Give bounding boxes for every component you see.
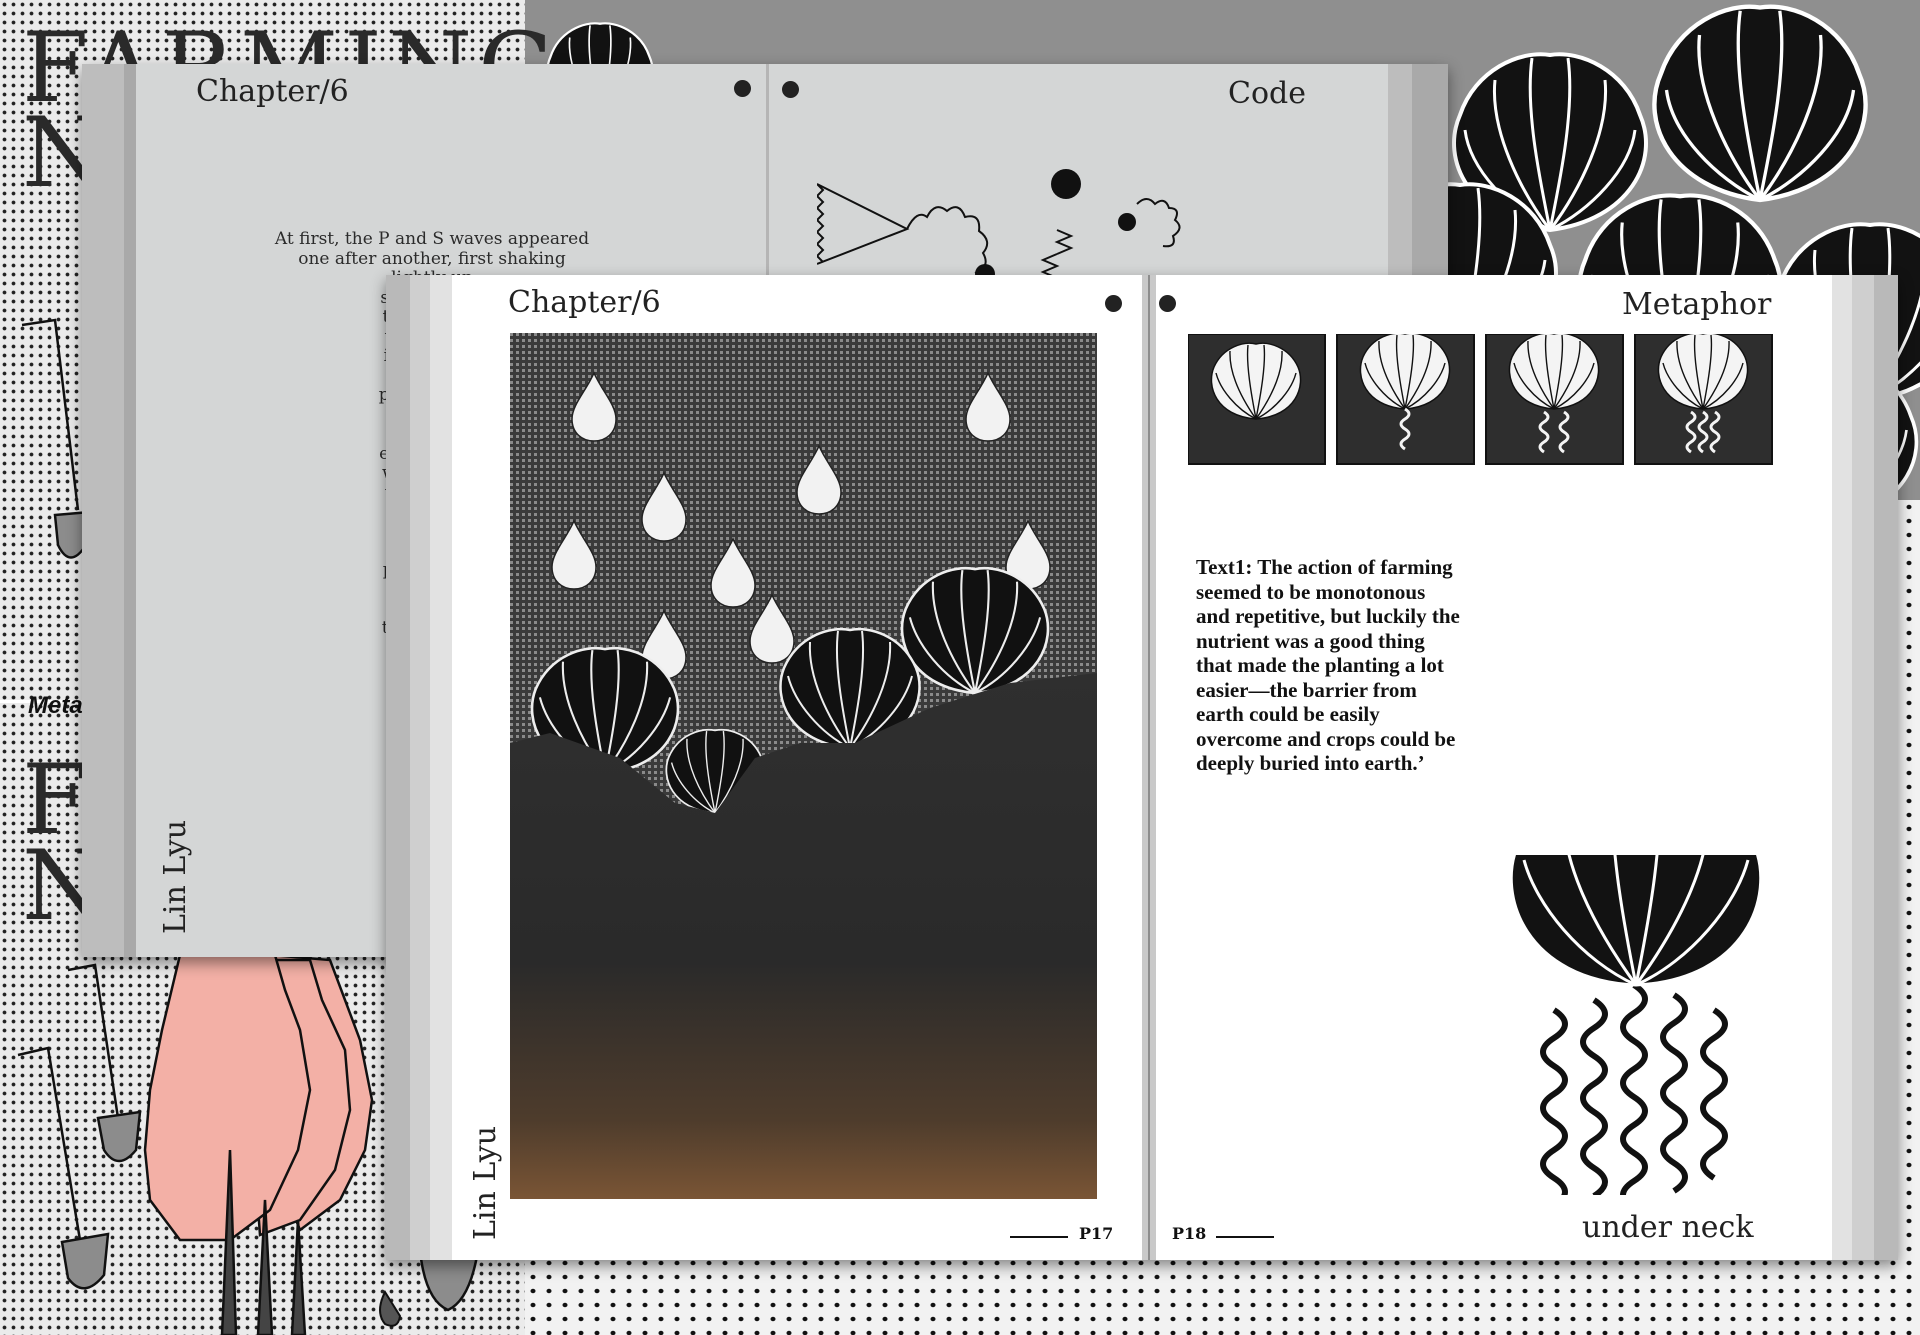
panel-1 xyxy=(1188,334,1326,465)
metaphor-text: Text1: The action of farming seemed to b… xyxy=(1196,555,1576,776)
text-line: and repetitive, but luckily the xyxy=(1196,604,1460,628)
rain-landscape-illustration xyxy=(510,333,1097,1199)
shovel-icon xyxy=(21,318,92,559)
text-line: earth could be easily xyxy=(1196,702,1380,726)
text-line: deeply buried into earth.’ xyxy=(1196,751,1425,775)
text-line: that made the planting a lot xyxy=(1196,653,1444,677)
back-chapter-title: Chapter/6 xyxy=(196,74,349,109)
front-right-edge xyxy=(1874,275,1898,1260)
tree-icon xyxy=(143,953,374,1335)
panel-4 xyxy=(1634,334,1773,465)
front-page-heading: Metaphor xyxy=(1622,287,1772,322)
panel-3 xyxy=(1485,334,1624,465)
front-left-edge-mid xyxy=(410,275,430,1260)
front-right-edge-inner xyxy=(1832,275,1852,1260)
text-line: seemed to be monotonous xyxy=(1196,579,1426,604)
metaphor-panels xyxy=(1188,334,1773,465)
back-left-edge-inner xyxy=(124,64,136,957)
text-line: one after another, first shaking xyxy=(298,248,566,269)
panel-2 xyxy=(1336,334,1475,465)
shovel-icon xyxy=(17,1046,110,1290)
text-line: overcome and crops could be xyxy=(1196,726,1456,751)
front-gutter-line xyxy=(1148,275,1150,1260)
drop-icon xyxy=(379,1289,402,1327)
folio-rule-left xyxy=(1010,1236,1068,1238)
front-book-spread: Chapter/6 Lin Lyu P17 Metaphor Text1: Th… xyxy=(386,275,1898,1260)
back-left-edge xyxy=(82,64,124,957)
shovel-icon xyxy=(67,963,142,1163)
front-author-name: Lin Lyu xyxy=(468,1125,503,1240)
page-caption: under neck xyxy=(1582,1210,1754,1245)
front-left-edge-inner xyxy=(430,275,452,1260)
folio-rule-right xyxy=(1216,1236,1274,1238)
back-page-dot-right xyxy=(782,81,799,98)
front-left-edge xyxy=(386,275,410,1260)
back-page-heading: Code xyxy=(1228,76,1306,111)
text-line: easier—the barrier from xyxy=(1196,677,1417,702)
text-line: At first, the P and S waves appeared xyxy=(274,229,590,249)
front-right-edge-mid xyxy=(1852,275,1874,1260)
back-author-name: Lin Lyu xyxy=(158,819,193,934)
under-neck-illustration xyxy=(1509,855,1763,1195)
front-page-dot-left xyxy=(1105,295,1122,312)
text-line: nutrient was a good thing xyxy=(1196,628,1425,653)
text-line: Text1: The action of farming xyxy=(1196,555,1453,579)
front-page-dot-right xyxy=(1159,295,1176,312)
front-chapter-title: Chapter/6 xyxy=(508,285,661,320)
page-number-right: P18 xyxy=(1172,1224,1207,1243)
back-page-dot-left xyxy=(734,80,751,97)
page-number-left: P17 xyxy=(1079,1224,1114,1243)
